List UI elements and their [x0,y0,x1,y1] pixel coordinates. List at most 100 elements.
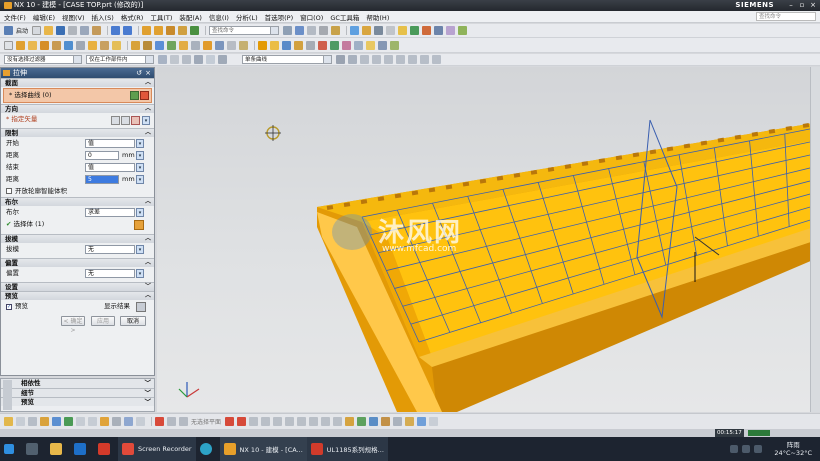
view-orient-icon[interactable] [350,26,360,35]
menu-gc-toolkit[interactable]: GC工具箱 [330,12,359,22]
studio-spline-icon[interactable] [225,417,235,426]
command-search-input[interactable]: 查找命令 [756,12,816,21]
shaded-icon[interactable] [331,26,341,35]
line-icon[interactable] [227,40,236,50]
fit-view-icon[interactable] [295,26,305,35]
new-icon[interactable] [4,40,13,50]
rectangle-icon[interactable] [249,417,259,426]
face-icon[interactable] [100,417,109,426]
tray-chevron-icon[interactable] [730,445,739,453]
delete-face-icon[interactable] [191,40,200,50]
body-select-icon[interactable] [134,220,144,230]
curve-select-icon[interactable] [140,91,149,100]
extend-curve-icon[interactable] [333,417,343,426]
resource-bar[interactable] [3,380,12,410]
menu-edit[interactable]: 编辑(E) [33,12,55,22]
snap-point-icon[interactable] [170,55,179,64]
menu-view[interactable]: 视图(V) [62,12,85,22]
stop-at-intersection-icon[interactable] [336,55,345,64]
sketch-icon[interactable] [142,26,152,35]
ellipse-icon[interactable] [297,417,307,426]
preview-checkbox[interactable]: ✓ [6,304,12,310]
boss-icon[interactable] [112,40,121,50]
snap-mid-icon[interactable] [372,55,381,64]
circle-icon[interactable] [261,417,271,426]
inferred-icon[interactable] [393,417,403,426]
curve-rule-icon[interactable] [218,55,227,64]
undo-icon[interactable] [111,26,121,35]
end-distance-dropdown[interactable]: ▾ [136,174,144,184]
dialog-close-icon[interactable]: × [145,68,151,78]
midpoint-icon[interactable] [136,417,145,426]
cancel-button[interactable]: 取消 [120,316,146,326]
draft-select[interactable]: 无 [85,244,135,254]
graphics-viewport[interactable]: 沐风网 www.mfcad.com [157,67,820,412]
sew-icon[interactable] [294,40,303,50]
selection-filter-icon[interactable] [158,55,167,64]
end-type-select[interactable]: 值 [85,162,135,172]
draft-check-icon[interactable] [422,26,432,35]
start-button[interactable] [0,437,22,461]
intersection-point-icon[interactable] [429,417,439,426]
section-header-draft[interactable]: 拔模 ︿ [1,234,154,243]
section-header-section[interactable]: 截面 ︿ [1,78,154,87]
analysis-icon[interactable] [410,26,420,35]
lock-icon[interactable] [206,55,215,64]
save-icon[interactable] [56,26,66,35]
mirror-curve-icon[interactable] [345,417,355,426]
menu-tools[interactable]: 工具(T) [150,12,172,22]
end-type-dropdown[interactable]: ▾ [136,162,144,172]
menu-info[interactable]: 信息(I) [209,12,229,22]
sketch-section-icon[interactable] [130,91,139,100]
menu-file[interactable]: 文件(F) [4,12,26,22]
shell-icon[interactable] [28,40,37,50]
mold-icon[interactable] [458,26,468,35]
revolve-icon[interactable] [166,26,176,35]
extrude-icon[interactable] [154,26,164,35]
color-icon[interactable] [366,40,375,50]
highlight-icon[interactable] [398,26,408,35]
task-view-button[interactable] [22,437,46,461]
mirror-icon[interactable] [100,40,109,50]
trim-curve-icon[interactable] [321,417,331,426]
sketch-line-icon[interactable] [167,417,176,426]
ok-button[interactable]: < 确定 > [61,316,85,334]
boolean-dropdown[interactable]: ▾ [136,207,144,217]
snap-existing-icon[interactable] [420,55,429,64]
sketch-arc-icon[interactable] [179,417,188,426]
start-distance-input[interactable]: 0 [85,150,119,160]
offset-curve-icon[interactable] [309,417,319,426]
snap-quadrant-icon[interactable] [396,55,405,64]
curve-rule-select[interactable]: 单条曲线 [242,55,332,64]
outlook-button[interactable] [70,437,94,461]
system-tray[interactable] [726,437,770,461]
unite-icon[interactable] [190,26,200,35]
chamfer-icon[interactable] [52,40,61,50]
cut-icon[interactable] [68,26,78,35]
command-finder-field[interactable]: 查找命令 [209,26,280,35]
menu-analysis[interactable]: 分析(L) [236,12,258,22]
close-button[interactable]: × [808,1,818,10]
snap-intersect-icon[interactable] [408,55,417,64]
render-style-icon[interactable] [362,26,372,35]
details-panel-header[interactable]: 细节 ﹀ [1,388,154,397]
layer-icon[interactable] [283,26,293,35]
screen-recorder-task[interactable]: Screen Recorder [118,437,196,461]
constraint-icon[interactable] [64,417,73,426]
geometric-constraint-icon[interactable] [369,417,379,426]
section-header-settings[interactable]: 设置 ﹀ [1,282,154,291]
end-distance-input[interactable]: 5 [85,174,119,184]
select-all-icon[interactable] [182,55,191,64]
specify-vector-row[interactable]: * 指定矢量 ▾ [1,113,154,128]
minimize-button[interactable]: – [786,1,796,10]
open-folder-icon[interactable] [44,26,54,35]
open-profile-checkbox[interactable] [6,188,12,194]
start-icon[interactable] [4,26,13,35]
start-menu-label[interactable]: 启动 [16,26,28,35]
menu-help[interactable]: 帮助(H) [366,12,389,22]
snap-center-icon[interactable] [384,55,393,64]
assembly-icon[interactable] [446,26,456,35]
dependencies-panel-header[interactable]: 相依性 ﹀ [1,379,154,388]
tangent-icon[interactable] [124,417,133,426]
rect-select-icon[interactable] [16,417,25,426]
